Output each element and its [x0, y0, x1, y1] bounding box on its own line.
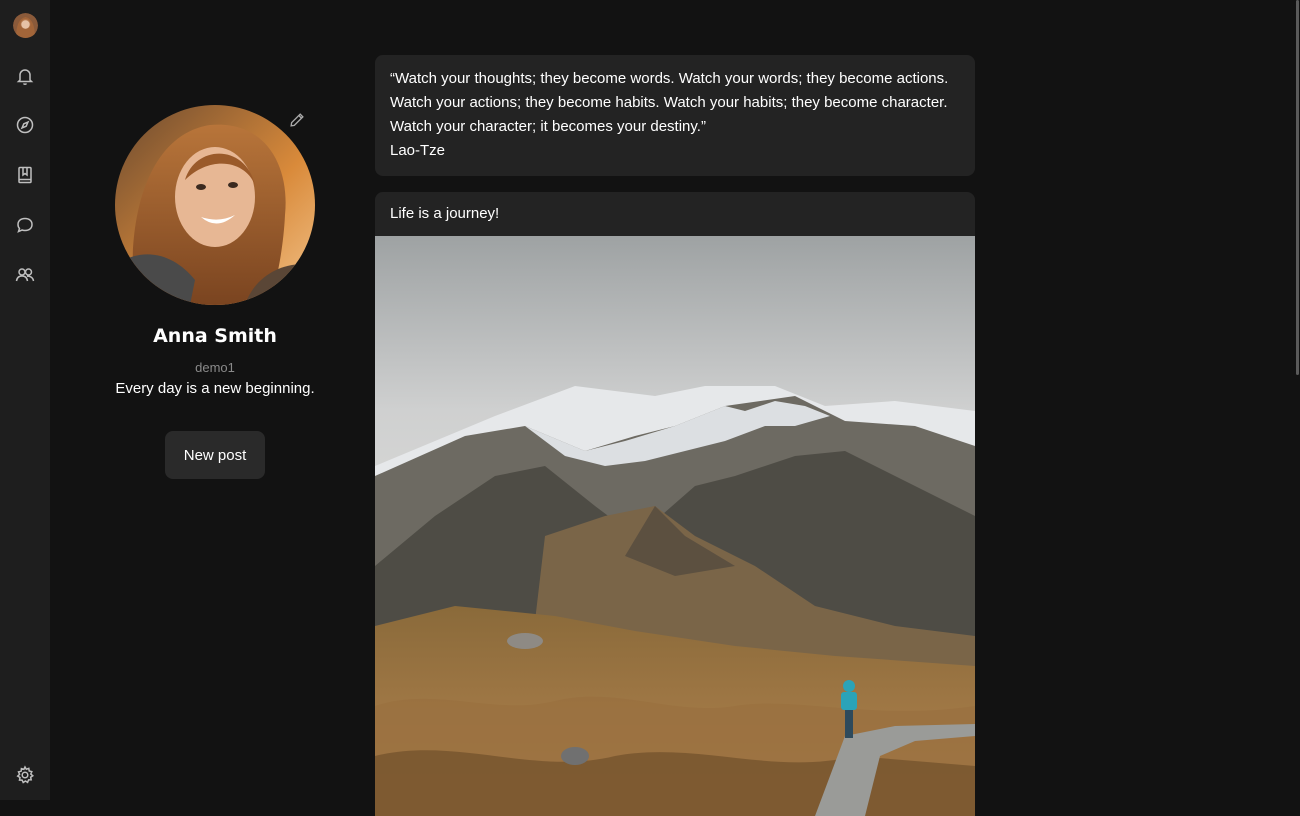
- post-image[interactable]: [375, 236, 975, 816]
- new-post-button[interactable]: New post: [165, 431, 265, 479]
- bookmark-book-icon[interactable]: [15, 165, 35, 185]
- quote-post: “Watch your thoughts; they become words.…: [375, 55, 975, 176]
- rail-avatar[interactable]: [13, 13, 38, 38]
- side-nav-rail: [0, 0, 50, 800]
- gear-icon[interactable]: [15, 765, 35, 785]
- profile-name: Anna Smith: [153, 325, 277, 347]
- profile-photo[interactable]: [115, 105, 315, 305]
- chat-icon[interactable]: [15, 215, 35, 235]
- profile-panel: Anna Smith demo1 Every day is a new begi…: [50, 0, 380, 800]
- edit-profile-button[interactable]: [288, 111, 308, 131]
- feed: “Watch your thoughts; they become words.…: [375, 55, 975, 816]
- quote-line: Watch your character; it becomes your de…: [390, 118, 706, 135]
- post-caption: Life is a journey!: [390, 205, 500, 222]
- quote-line: Watch your actions; they become habits. …: [390, 94, 948, 111]
- pencil-icon: [290, 113, 304, 127]
- profile-bio: Every day is a new beginning.: [115, 380, 315, 397]
- bell-icon[interactable]: [15, 66, 35, 86]
- scroll-thumb[interactable]: [1296, 0, 1299, 375]
- quote-author: Lao-Tze: [390, 142, 446, 159]
- image-post: Life is a journey!: [375, 192, 975, 816]
- compass-icon[interactable]: [15, 115, 35, 135]
- quote-line: “Watch your thoughts; they become words.…: [390, 70, 949, 87]
- page-scrollbar[interactable]: [1294, 0, 1300, 800]
- people-icon[interactable]: [15, 265, 35, 285]
- profile-username: demo1: [195, 360, 235, 375]
